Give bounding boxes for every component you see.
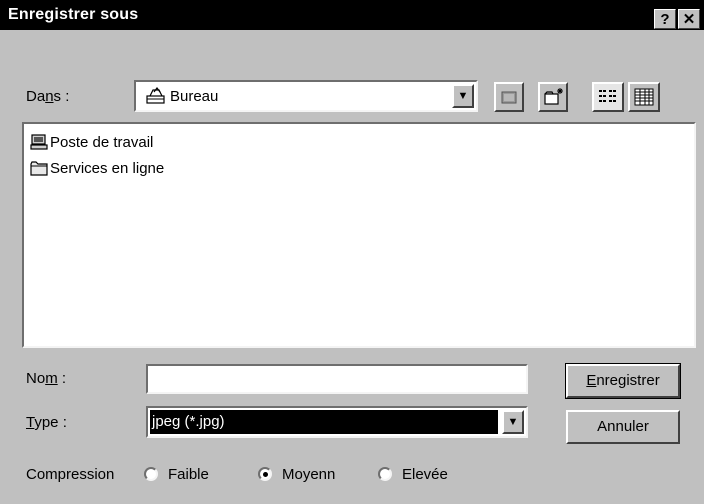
list-item[interactable]: Poste de travail	[30, 132, 153, 152]
chevron-down-icon: ▼	[507, 416, 519, 428]
compression-option-low[interactable]: Faible	[144, 464, 234, 486]
new-folder-icon	[543, 87, 565, 112]
list-view-icon	[598, 88, 618, 111]
list-item-label: Services en ligne	[50, 159, 165, 177]
up-folder-button[interactable]	[494, 82, 524, 112]
details-view-button[interactable]	[628, 82, 660, 112]
filetype-value: jpeg (*.jpg)	[150, 410, 498, 434]
location-label: Dans :	[26, 88, 70, 105]
save-button[interactable]: Enregistrer	[565, 363, 681, 399]
filename-input[interactable]	[146, 364, 528, 394]
radio-button[interactable]	[258, 467, 272, 481]
location-dropdown-button[interactable]: ▼	[452, 84, 474, 108]
save-as-dialog: Enregistrer sous ? ✕ Dans : Bureau ▼ Pos…	[0, 0, 704, 504]
close-icon: ✕	[682, 11, 696, 28]
close-button[interactable]: ✕	[678, 9, 700, 29]
title-bar[interactable]: Enregistrer sous ? ✕	[0, 0, 704, 30]
filename-label: Nom :	[26, 370, 67, 387]
radio-selected-dot	[263, 472, 268, 477]
compression-label: Compression	[26, 466, 115, 483]
filetype-label: Type :	[26, 414, 67, 431]
file-list[interactable]: Poste de travail Services en ligne	[22, 122, 696, 348]
cancel-button[interactable]: Annuler	[566, 410, 680, 444]
radio-button[interactable]	[144, 467, 158, 481]
help-icon: ?	[660, 11, 670, 28]
location-combobox[interactable]: Bureau ▼	[134, 80, 478, 112]
computer-icon	[30, 133, 48, 151]
new-folder-button[interactable]	[538, 82, 568, 112]
details-view-icon	[634, 88, 654, 111]
desktop-icon	[146, 87, 166, 105]
filetype-combobox[interactable]: jpeg (*.jpg) ▼	[146, 406, 528, 438]
list-item-label: Poste de travail	[50, 133, 154, 151]
radio-button[interactable]	[378, 467, 392, 481]
up-folder-icon	[500, 88, 518, 111]
list-item[interactable]: Services en ligne	[30, 158, 164, 178]
compression-option-high[interactable]: Elevée	[378, 464, 478, 486]
folder-icon	[30, 159, 48, 177]
chevron-down-icon: ▼	[457, 90, 469, 102]
compression-option-medium[interactable]: Moyenn	[258, 464, 358, 486]
help-button[interactable]: ?	[654, 9, 676, 29]
location-value: Bureau	[170, 88, 219, 105]
window-title: Enregistrer sous	[8, 6, 139, 23]
list-view-button[interactable]	[592, 82, 624, 112]
filetype-dropdown-button[interactable]: ▼	[502, 410, 524, 434]
